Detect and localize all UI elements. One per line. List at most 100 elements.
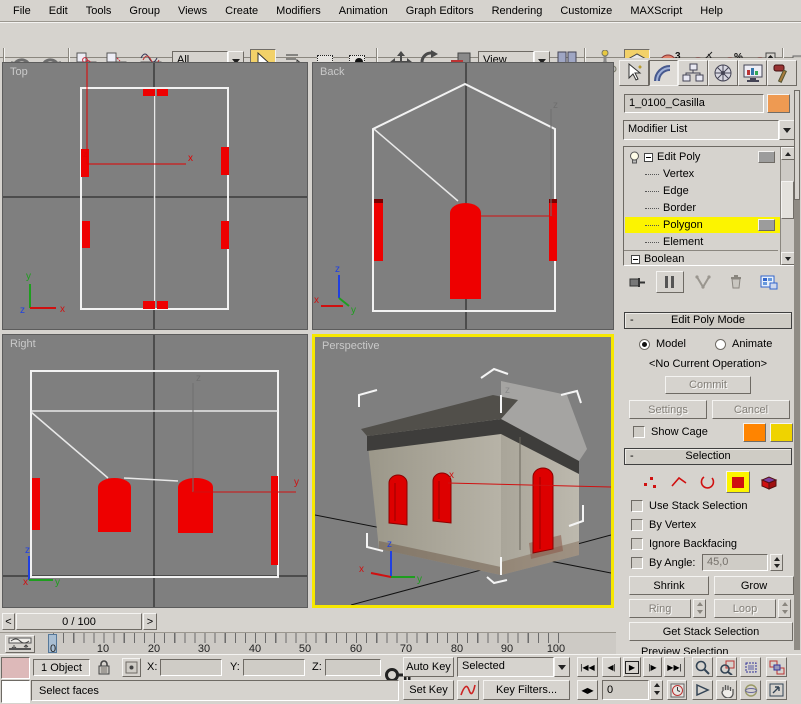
element-subobject-button[interactable] — [757, 472, 781, 492]
menu-maxscript[interactable]: MAXScript — [621, 2, 691, 20]
object-name-field[interactable]: 1_0100_Casilla — [624, 94, 764, 113]
menu-help[interactable]: Help — [691, 2, 732, 20]
stack-row-edge[interactable]: Edge — [625, 183, 777, 199]
spinner-down[interactable] — [651, 689, 662, 697]
show-end-result-button[interactable] — [656, 271, 684, 293]
tab-utilities[interactable] — [767, 60, 797, 86]
make-unique-button[interactable] — [689, 271, 717, 293]
ring-spinner[interactable] — [693, 599, 706, 618]
default-in-out-tangents-button[interactable] — [457, 680, 479, 700]
stack-scroll-thumb[interactable] — [781, 181, 794, 219]
selection-rollout-header[interactable]: - Selection — [624, 448, 792, 465]
menu-create[interactable]: Create — [216, 2, 267, 20]
key-filters-button[interactable]: Key Filters... — [483, 680, 570, 700]
viewport-perspective[interactable]: Perspective — [312, 334, 614, 608]
stack-row-vertex[interactable]: Vertex — [625, 166, 777, 182]
menu-views[interactable]: Views — [169, 2, 216, 20]
viewport-top[interactable]: Top x z y x z — [2, 62, 308, 330]
vertex-subobject-button[interactable] — [639, 472, 661, 492]
object-color-swatch[interactable] — [767, 94, 790, 113]
stack-scroll-up[interactable] — [781, 147, 795, 160]
x-coordinate-field[interactable] — [160, 659, 222, 676]
by-vertex-row[interactable]: By Vertex — [631, 519, 696, 531]
maxscript-macro-recorder[interactable] — [1, 657, 30, 679]
spinner-down[interactable] — [771, 563, 782, 571]
previous-frame-button[interactable]: ◀| — [602, 657, 621, 677]
time-slider[interactable]: 0 / 100 — [16, 613, 142, 630]
go-to-start-button[interactable]: |◀◀ — [577, 657, 598, 677]
open-mini-curve-editor-button[interactable] — [5, 635, 35, 653]
go-to-end-button[interactable]: ▶▶| — [664, 657, 685, 677]
model-radio-row[interactable]: Model — [639, 338, 686, 350]
tab-hierarchy[interactable] — [678, 60, 708, 86]
set-key-button[interactable]: Set Key — [403, 680, 454, 700]
zoom-extents-button[interactable] — [740, 657, 761, 677]
menu-rendering[interactable]: Rendering — [483, 2, 552, 20]
ignore-backfacing-checkbox[interactable] — [631, 538, 643, 550]
time-slider-prev-button[interactable]: < — [2, 613, 15, 630]
key-mode-toggle-button[interactable]: ◀▶ — [577, 680, 598, 700]
modifier-list-arrow[interactable] — [779, 120, 795, 140]
use-stack-selection-row[interactable]: Use Stack Selection — [631, 500, 747, 512]
panel-scroll-thumb[interactable] — [794, 90, 800, 200]
ignore-backfacing-row[interactable]: Ignore Backfacing — [631, 538, 737, 550]
spinner-up[interactable] — [694, 600, 705, 608]
field-of-view-button[interactable] — [692, 680, 713, 700]
pin-stack-button[interactable] — [623, 271, 651, 293]
viewport-back[interactable]: Back z z x y — [312, 62, 614, 330]
menu-animation[interactable]: Animation — [330, 2, 397, 20]
zoom-button[interactable] — [692, 657, 713, 677]
show-cage-row[interactable]: Show Cage — [633, 426, 708, 438]
boolean-collapse-box[interactable] — [631, 255, 640, 264]
tab-motion[interactable] — [708, 60, 738, 86]
frame-spinner[interactable] — [650, 680, 663, 700]
cage-selected-color-swatch[interactable] — [770, 423, 793, 442]
menu-graph-editors[interactable]: Graph Editors — [397, 2, 483, 20]
settings-button[interactable]: Settings — [629, 400, 707, 419]
by-angle-checkbox[interactable] — [631, 557, 643, 569]
animate-radio[interactable] — [715, 339, 726, 350]
shrink-button[interactable]: Shrink — [629, 576, 709, 595]
zoom-all-button[interactable] — [716, 657, 737, 677]
absolute-mode-transform-toggle[interactable] — [122, 658, 141, 677]
spinner-up[interactable] — [771, 555, 782, 563]
play-button[interactable]: ▶ — [623, 657, 641, 677]
stack-scrollbar[interactable] — [780, 147, 794, 265]
collapse-box[interactable] — [644, 153, 653, 162]
modifier-list-combo[interactable]: Modifier List — [623, 120, 795, 140]
key-mode-combo[interactable]: Selected — [457, 657, 570, 677]
viewport-right[interactable]: Right z y z y — [2, 334, 308, 608]
cancel-button[interactable]: Cancel — [712, 400, 790, 419]
min-max-toggle-button[interactable] — [766, 680, 787, 700]
loop-spinner[interactable] — [778, 599, 791, 618]
animate-radio-row[interactable]: Animate — [715, 338, 772, 350]
menu-tools[interactable]: Tools — [77, 2, 121, 20]
commit-button[interactable]: Commit — [665, 376, 751, 394]
ring-button[interactable]: Ring — [629, 599, 691, 618]
configure-modifier-sets-button[interactable] — [755, 271, 783, 293]
cage-color-swatch[interactable] — [743, 423, 766, 442]
spinner-down[interactable] — [779, 608, 790, 616]
menu-edit[interactable]: Edit — [40, 2, 77, 20]
stack-row-edit-poly[interactable]: Edit Poly — [625, 149, 777, 165]
by-angle-row[interactable]: By Angle: — [631, 557, 695, 569]
menu-group[interactable]: Group — [120, 2, 169, 20]
arc-rotate-button[interactable] — [740, 680, 761, 700]
menu-customize[interactable]: Customize — [551, 2, 621, 20]
edit-poly-mode-rollout-header[interactable]: - Edit Poly Mode — [624, 312, 792, 329]
track-bar[interactable]: 0 10 20 30 40 50 60 70 80 90 100 — [0, 632, 616, 654]
show-cage-checkbox[interactable] — [633, 426, 645, 438]
time-slider-next-button[interactable]: > — [143, 613, 157, 630]
edge-subobject-button[interactable] — [668, 472, 690, 492]
by-angle-field[interactable]: 45,0 — [702, 554, 768, 571]
tab-create[interactable] — [619, 60, 649, 86]
panel-scrollbar[interactable] — [794, 90, 800, 650]
auto-key-button[interactable]: Auto Key — [403, 657, 454, 677]
spinner-down[interactable] — [694, 608, 705, 616]
pan-button[interactable] — [716, 680, 737, 700]
border-subobject-button[interactable] — [697, 472, 719, 492]
model-radio[interactable] — [639, 339, 650, 350]
stack-row-polygon-selected[interactable]: Polygon — [625, 217, 793, 233]
selection-lock-toggle[interactable] — [97, 659, 111, 679]
by-vertex-checkbox[interactable] — [631, 519, 643, 531]
